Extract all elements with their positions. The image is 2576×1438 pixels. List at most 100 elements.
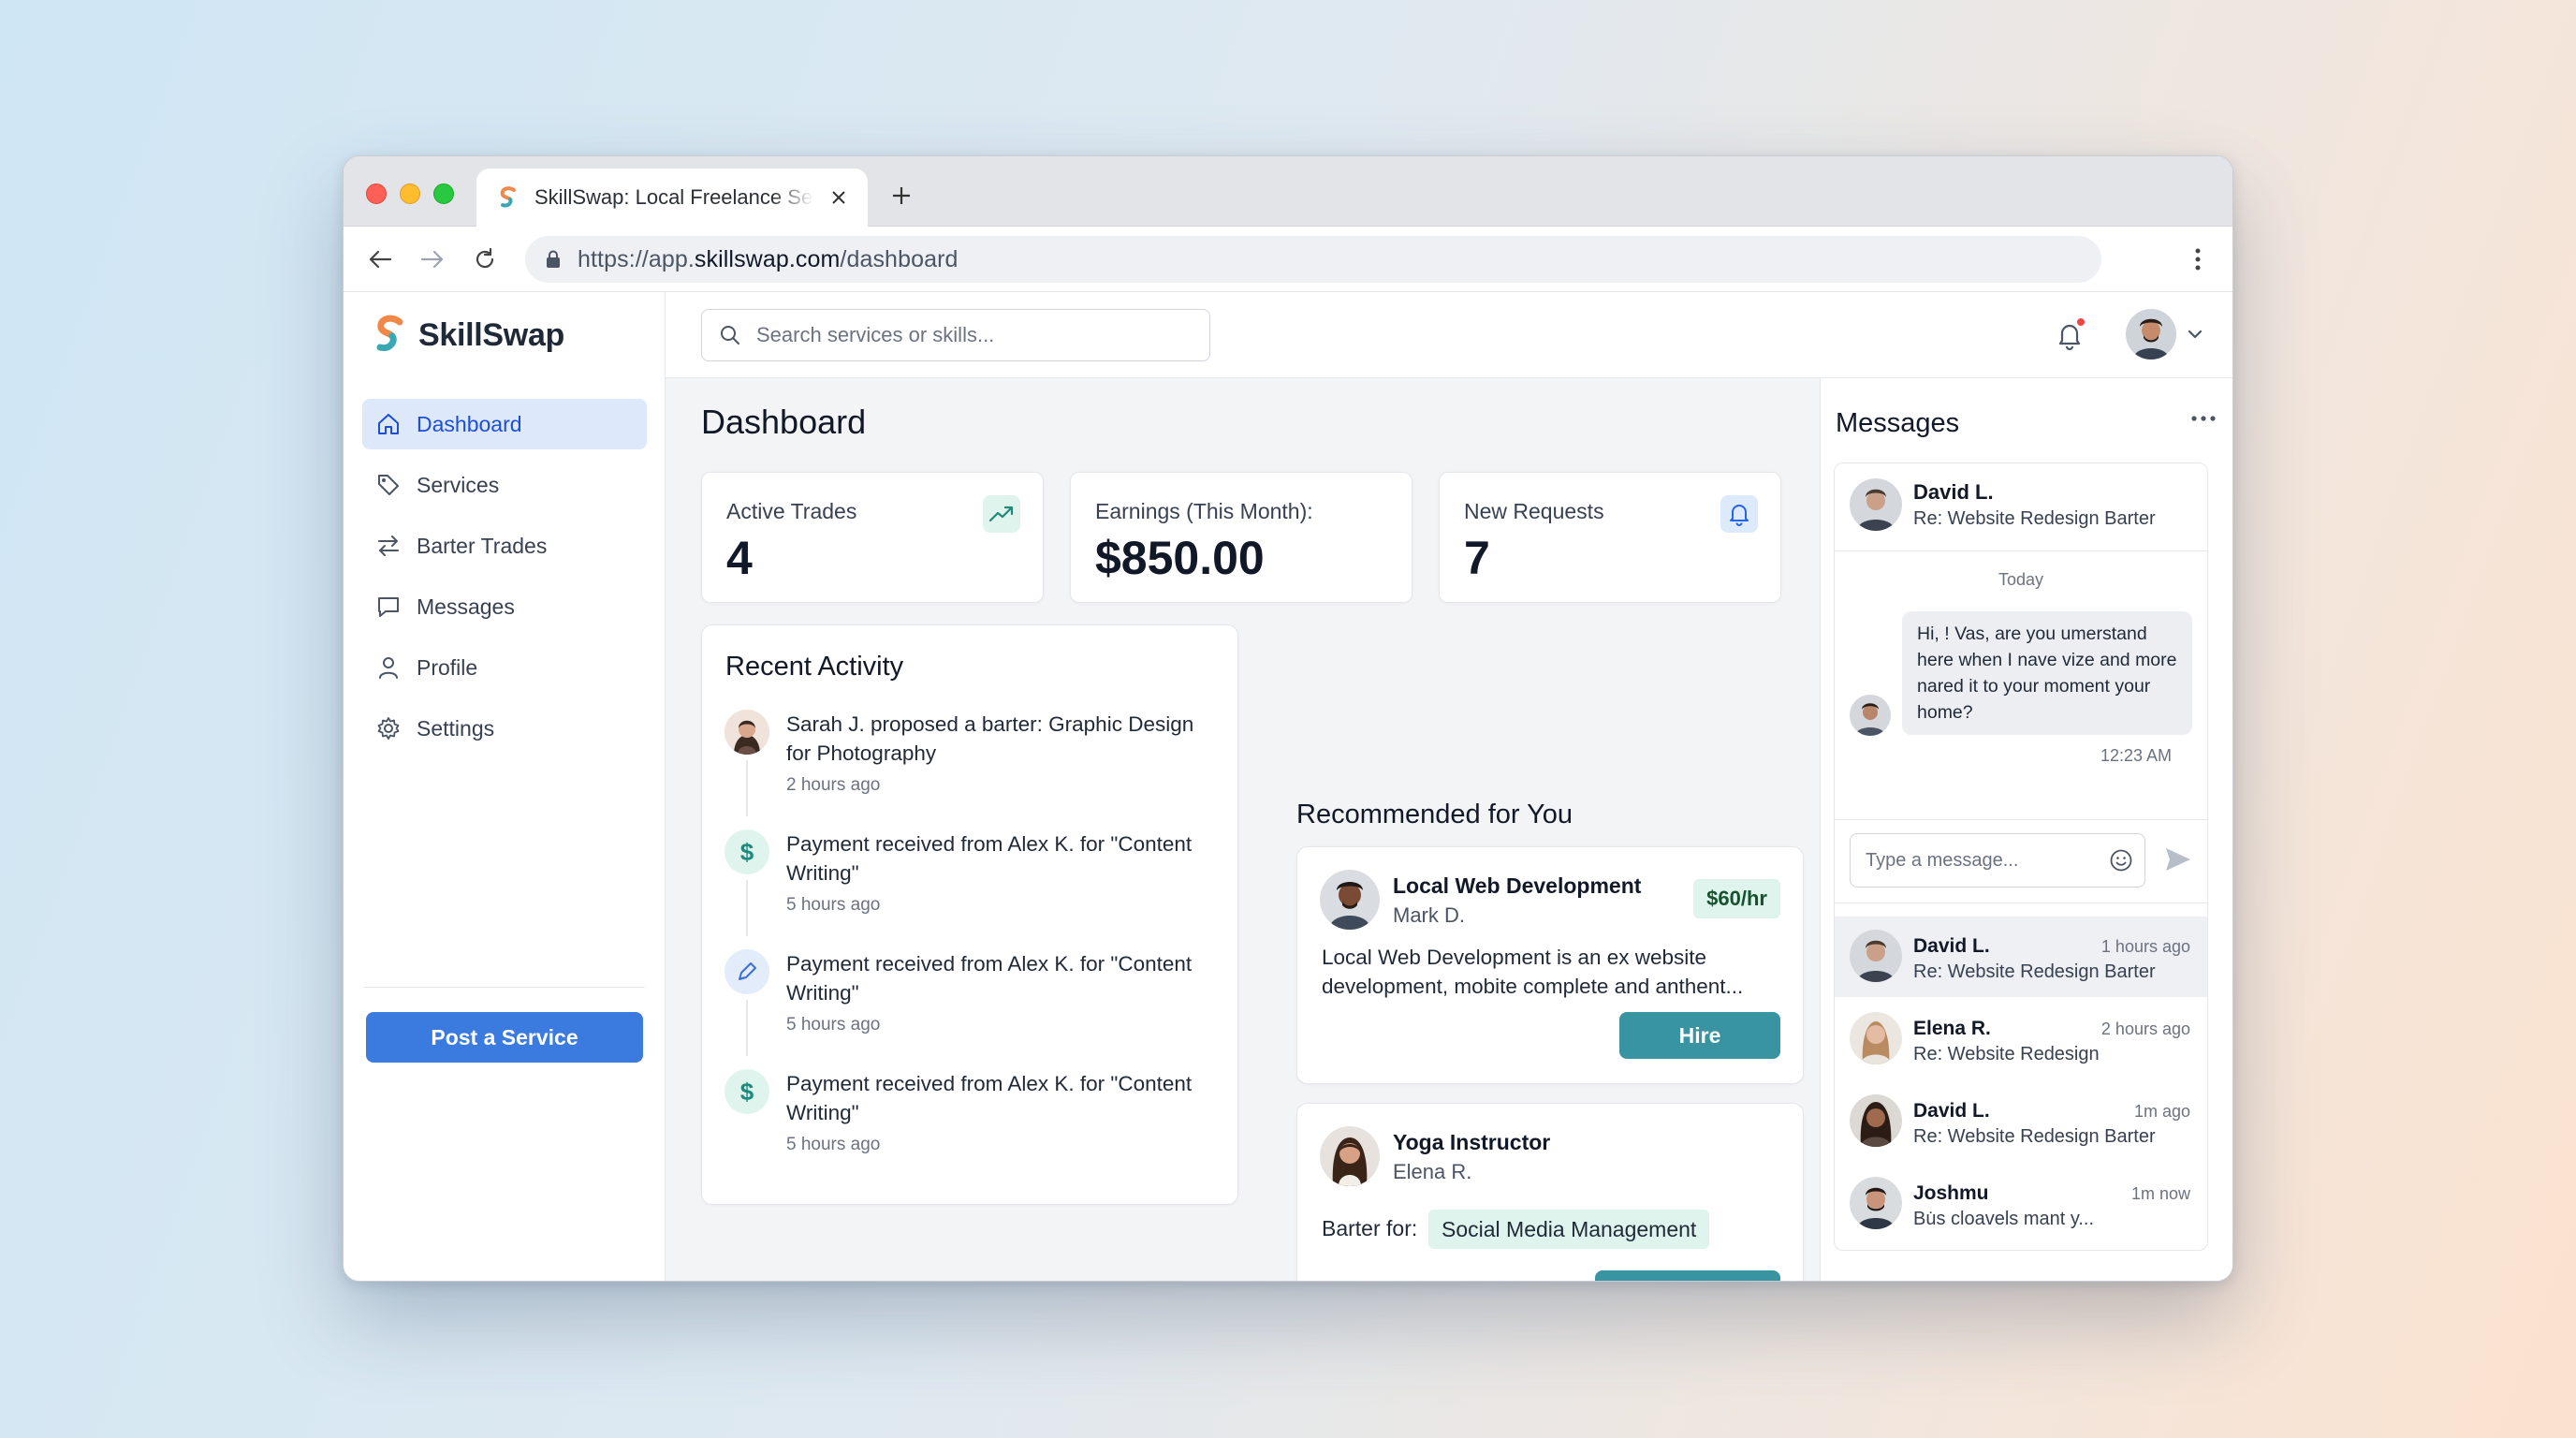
activity-time: 5 hours ago — [786, 895, 881, 915]
pen-icon — [724, 949, 769, 994]
chat-contact-name: David L. — [1913, 480, 1994, 504]
thread-subject: Re: Website Redesign — [1913, 1044, 2100, 1064]
skillswap-logo-icon — [376, 315, 403, 352]
avatar — [1320, 870, 1380, 930]
thread-name: Joshmu — [1913, 1182, 1989, 1204]
activity-item[interactable]: $ Payment received from Alex K. for "Con… — [724, 829, 1211, 936]
service-description: Local Web Development is an ex website d… — [1322, 946, 1744, 998]
browser-menu-icon[interactable] — [2184, 243, 2212, 275]
browser-tab[interactable]: SkillSwap: Local Freelance Services — [476, 169, 868, 227]
avatar — [1850, 695, 1891, 736]
tab-bar: SkillSwap: Local Freelance Services — [344, 156, 2232, 227]
tab-close-icon[interactable] — [827, 185, 851, 210]
stat-value: 4 — [726, 532, 753, 584]
sidebar-item-barter-trades[interactable]: Barter Trades — [362, 521, 647, 571]
recommended-title: Recommended for You — [1296, 800, 1573, 829]
search-placeholder: Search services or skills... — [756, 323, 995, 346]
swap-icon — [375, 533, 402, 559]
chat-message-time: 12:23 AM — [2100, 746, 2172, 765]
stat-label: Active Trades — [726, 499, 857, 523]
chevron-down-icon — [2188, 329, 2203, 340]
home-icon — [375, 411, 402, 437]
browser-window: SkillSwap: Local Freelance Services http… — [343, 155, 2233, 1282]
barter-label: Barter for: — [1322, 1216, 1418, 1240]
activity-item[interactable]: $ Payment received from Alex K. for "Con… — [724, 1069, 1211, 1172]
sidebar-nav: Dashboard Services Barter Trades Message… — [362, 399, 647, 764]
avatar — [1850, 1094, 1902, 1147]
new-tab-icon[interactable] — [886, 181, 916, 211]
sidebar: SkillSwap Dashboard Services Barter Trad… — [344, 292, 666, 1281]
activity-item[interactable]: Sarah J. proposed a barter: Graphic Desi… — [724, 710, 1211, 816]
sidebar-item-label: Services — [417, 472, 500, 497]
avatar — [2126, 309, 2176, 360]
activity-text: Payment received from Alex K. for "Conte… — [786, 952, 1193, 1005]
sidebar-divider — [364, 987, 645, 988]
search-icon — [719, 324, 741, 346]
recent-activity-title: Recent Activity — [725, 652, 904, 682]
chat-composer: Type a message... — [1835, 819, 2207, 903]
messages-panel: Messages David L. Re: Website Redesign B… — [1820, 378, 2232, 1281]
back-arrow-icon[interactable] — [364, 243, 396, 275]
notification-bell-icon[interactable] — [2047, 313, 2092, 358]
thread-name: David L. — [1913, 935, 1990, 957]
sidebar-item-messages[interactable]: Messages — [362, 581, 647, 632]
forward-arrow-icon[interactable] — [417, 243, 448, 275]
activity-time: 5 hours ago — [786, 1135, 881, 1154]
service-name: Yoga Instructor — [1393, 1130, 1551, 1154]
activity-text: Payment received from Alex K. for "Conte… — [786, 1072, 1193, 1124]
sidebar-item-profile[interactable]: Profile — [362, 642, 647, 693]
stat-card-earnings[interactable]: Earnings (This Month): $850.00 — [1070, 472, 1412, 603]
sidebar-item-label: Profile — [417, 654, 478, 680]
profile-menu[interactable] — [2126, 309, 2203, 360]
post-service-button[interactable]: Post a Service — [366, 1012, 643, 1063]
address-bar[interactable]: https://app.skillswap.com/dashboard — [525, 236, 2101, 283]
url-text: https://app.skillswap.com/dashboard — [578, 245, 959, 272]
top-bar: Search services or skills... — [666, 292, 1820, 378]
send-icon[interactable] — [2164, 846, 2192, 873]
stat-value: 7 — [1464, 532, 1490, 584]
message-input[interactable]: Type a message... — [1850, 833, 2145, 888]
sidebar-item-settings[interactable]: Settings — [362, 703, 647, 754]
chat-day-separator: Today — [1998, 570, 2044, 589]
more-options-icon[interactable] — [2191, 416, 2216, 421]
brand-name: SkillSwap — [418, 316, 565, 353]
activity-text: Sarah J. proposed a barter: Graphic Desi… — [786, 712, 1194, 765]
message-thread[interactable]: David L. Re: Website Redesign Barter 1 h… — [1835, 917, 2207, 997]
avatar — [1850, 1012, 1902, 1064]
propose-trade-button[interactable]: Propose Trade — [1595, 1270, 1780, 1281]
activity-time: 5 hours ago — [786, 1015, 881, 1034]
message-thread[interactable]: Joshmu Bu̇s cloavels mant y... 1m now — [1835, 1164, 2207, 1244]
dollar-icon: $ — [724, 829, 769, 874]
activity-item[interactable]: Payment received from Alex K. for "Conte… — [724, 949, 1211, 1056]
hire-button[interactable]: Hire — [1619, 1012, 1780, 1059]
sidebar-item-dashboard[interactable]: Dashboard — [362, 399, 647, 449]
stat-value: $850.00 — [1095, 532, 1265, 584]
search-input[interactable]: Search services or skills... — [701, 309, 1210, 361]
skillswap-favicon-icon — [495, 184, 521, 211]
thread-time: 1m now — [2130, 1184, 2190, 1203]
stat-card-new-requests[interactable]: New Requests 7 — [1439, 472, 1781, 603]
timeline-connector — [746, 1000, 748, 1056]
app-root: SkillSwap Dashboard Services Barter Trad… — [344, 292, 2232, 1281]
avatar — [1850, 478, 1902, 531]
maximize-window-button[interactable] — [433, 183, 454, 204]
close-window-button[interactable] — [366, 183, 387, 204]
sidebar-item-services[interactable]: Services — [362, 460, 647, 510]
stat-card-active-trades[interactable]: Active Trades 4 — [701, 472, 1044, 603]
message-thread[interactable]: Elena R. Re: Website Redesign 2 hours ag… — [1835, 999, 2207, 1079]
reload-icon[interactable] — [469, 243, 501, 275]
emoji-icon[interactable] — [2109, 848, 2133, 873]
tag-icon — [375, 472, 402, 498]
stat-label: New Requests — [1464, 499, 1604, 523]
service-card-yoga-instructor[interactable]: Yoga Instructor Elena R. Barter for: Soc… — [1296, 1103, 1804, 1281]
thread-subject: Bu̇s cloavels mant y... — [1913, 1209, 2095, 1229]
minimize-window-button[interactable] — [400, 183, 420, 204]
chat-message-bubble: Hi, ! Vas, are you umerstand here when I… — [1902, 611, 2192, 735]
timeline-connector — [746, 760, 748, 816]
thread-subject: Re: Website Redesign Barter — [1913, 1126, 2156, 1147]
message-thread[interactable]: David L. Re: Website Redesign Barter 1m … — [1835, 1081, 2207, 1162]
activity-time: 2 hours ago — [786, 775, 881, 795]
chat-subject: Re: Website Redesign Barter — [1913, 508, 2156, 529]
brand-logo[interactable]: SkillSwap — [372, 315, 564, 356]
service-card-web-development[interactable]: Local Web Development Mark D. $60/hr Loc… — [1296, 846, 1804, 1084]
